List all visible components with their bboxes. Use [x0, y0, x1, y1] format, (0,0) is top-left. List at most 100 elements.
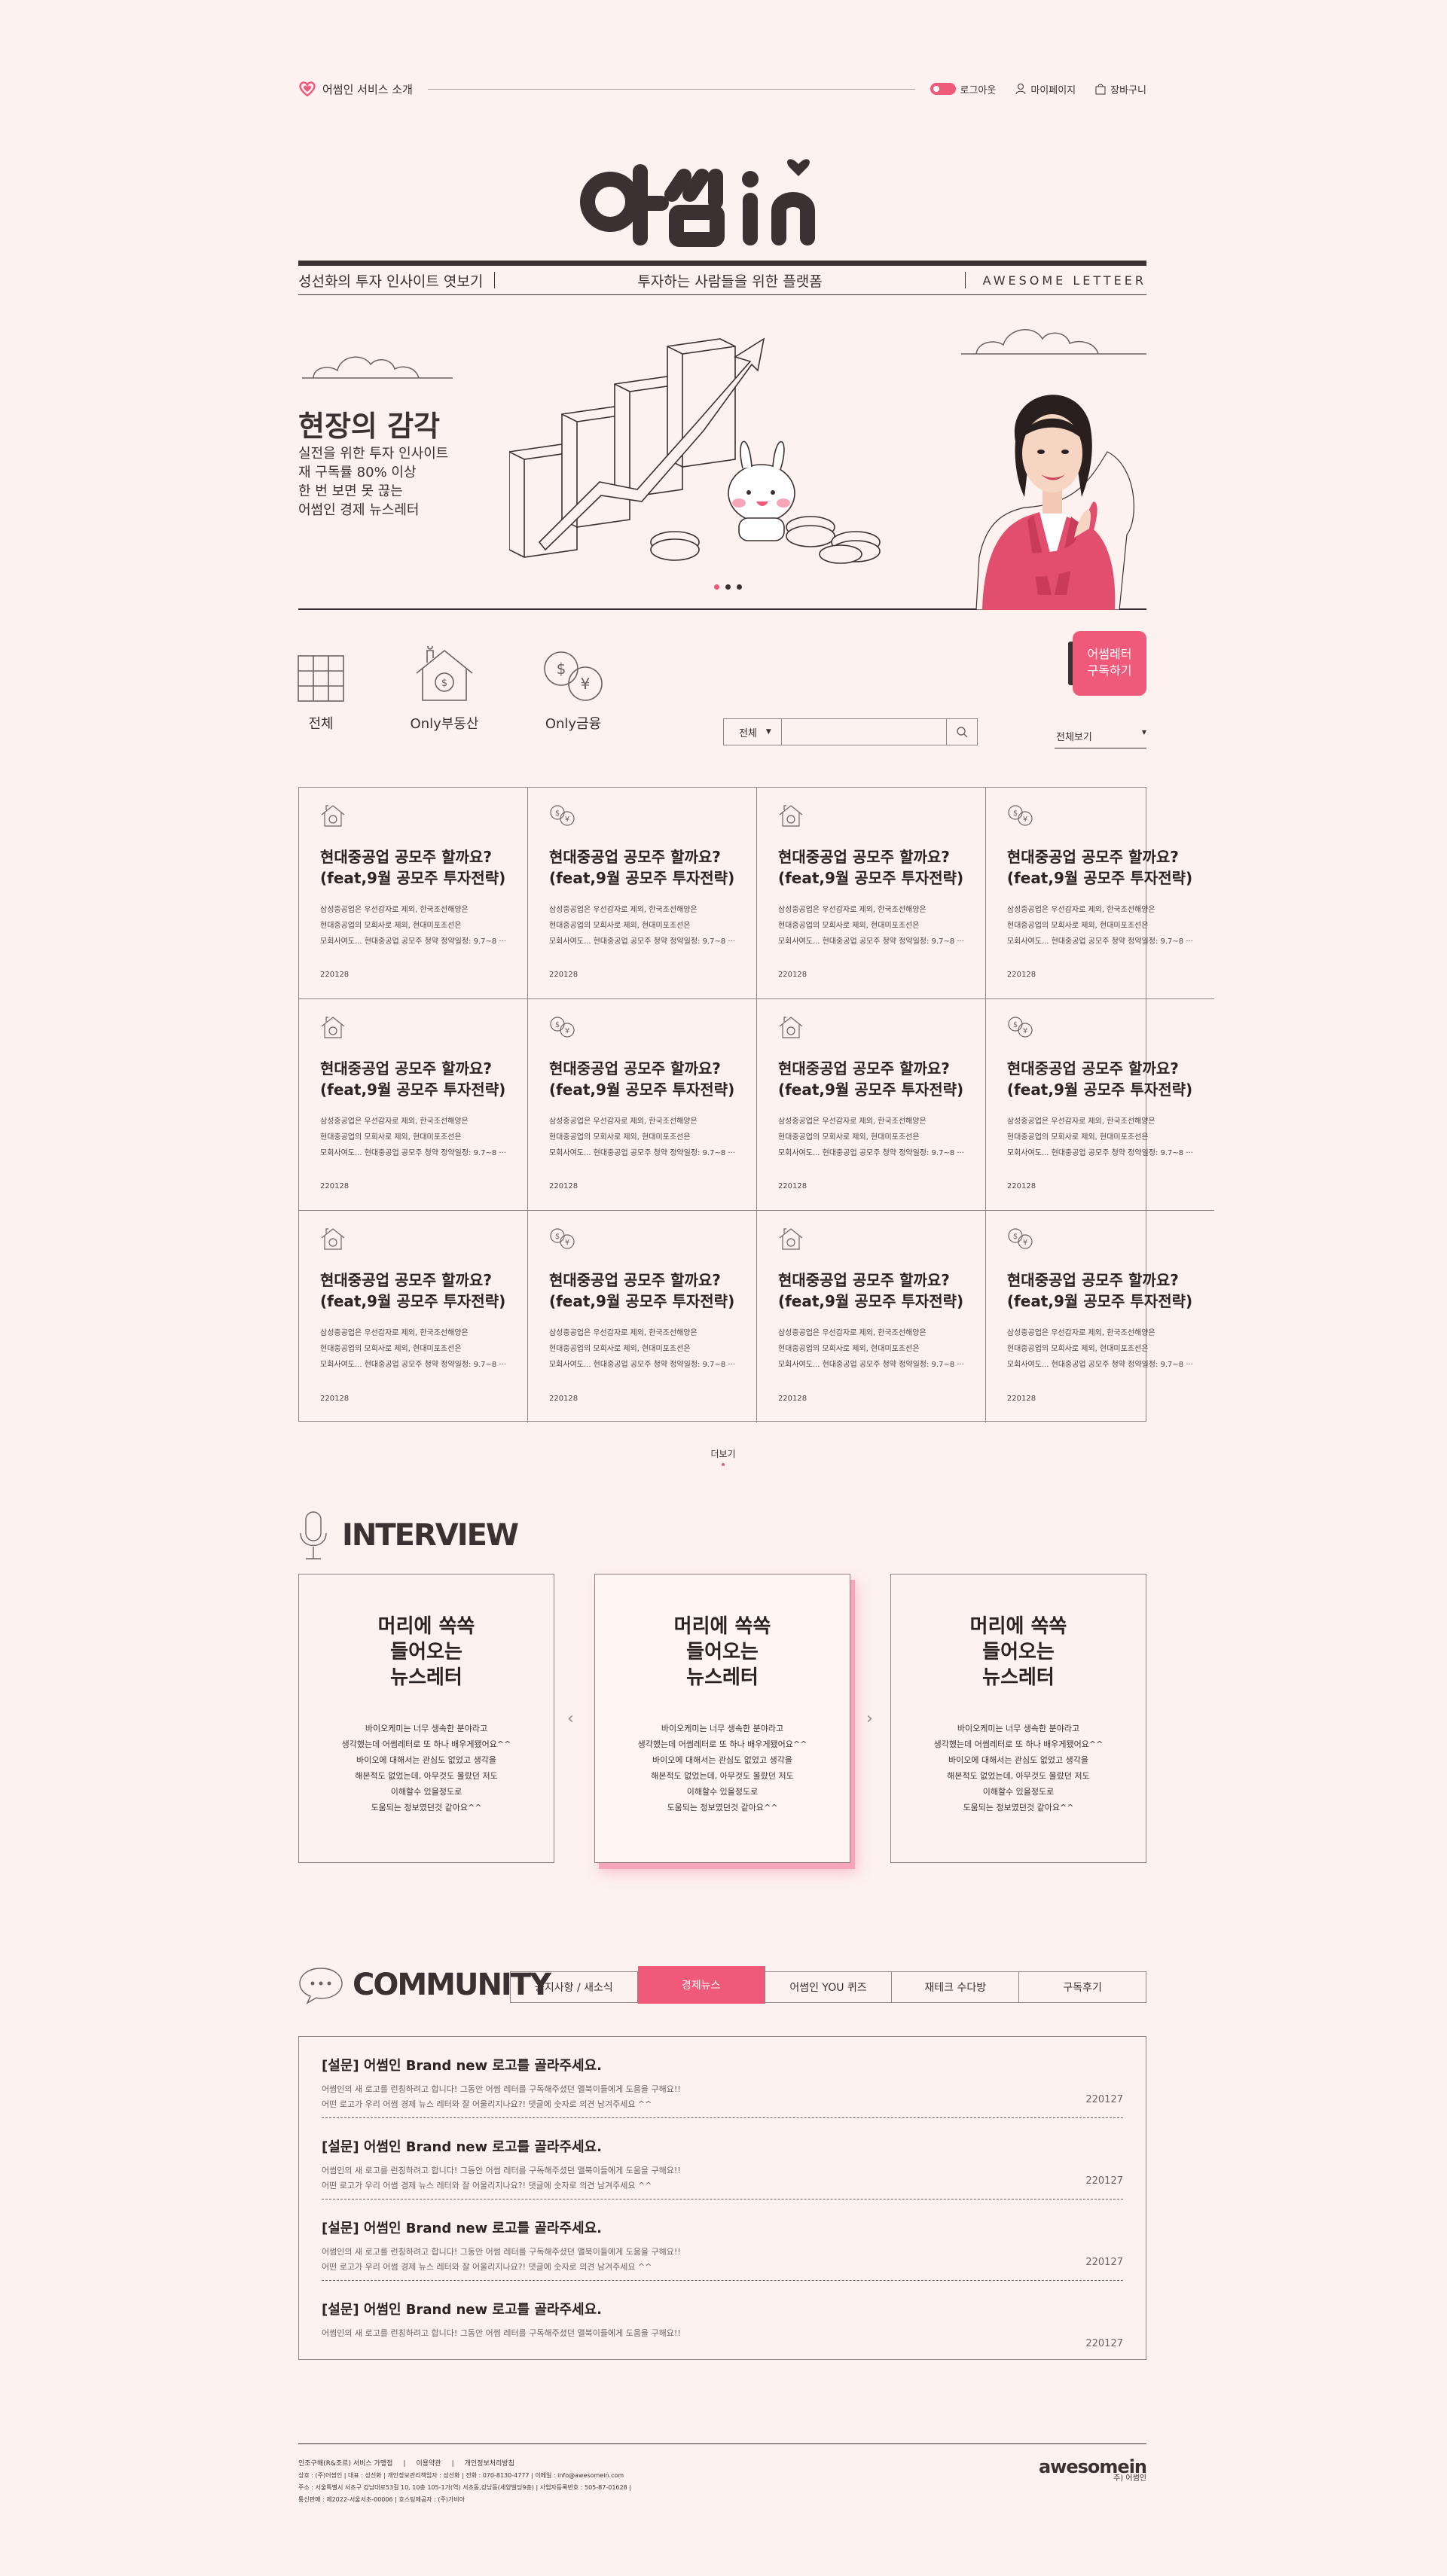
hero-line: 재 구독률 80% 이상: [298, 465, 417, 480]
post-item[interactable]: [설문] 어썸인 Brand new 로고를 골라주세요. 어썸인의 새 로고를 …: [322, 2118, 1123, 2200]
company-hosting: 통신판매 : 제2022-서울서초-00006 | 호스팅제공자 : (주)가비…: [298, 2496, 466, 2503]
card-excerpt-line: 모회사여도... 현대중공업 공모주 청약 정약일정: 9.7~8 ···: [320, 937, 506, 946]
more-button[interactable]: 더보기: [693, 1447, 753, 1466]
footer-link[interactable]: 이용약관: [416, 2458, 441, 2470]
quote-line: 해본적도 없었는데, 아무것도 몰랐던 저도: [355, 1771, 498, 1781]
service-intro-link[interactable]: 어썸인 서비스 소개: [298, 81, 413, 97]
card-excerpt-line: 모회사여도... 현대중공업 공모주 청약 정약일정: 9.7~8 ···: [548, 937, 735, 946]
community-tab[interactable]: 경제뉴스: [637, 1966, 765, 2004]
card-excerpt: 삼성중공업은 우선감자로 제외, 한국조선해양은 현대중공업의 모회사로 제외, …: [549, 902, 735, 950]
letter-card[interactable]: $ ¥ 현대중공업 공모주 할까요? (feat,9월 공모주 투자전략) 삼성중공업은…: [985, 999, 1214, 1211]
post-excerpt: 어썸인의 새 로고를 런칭하려고 합니다! 그동안 어썸 레터를 구독해주셨던 …: [322, 2245, 1123, 2275]
card-title-line: (feat,9월 공모주 투자전략): [1006, 869, 1193, 887]
logout-link[interactable]: 로그아웃: [930, 82, 996, 96]
letter-card[interactable]: $ ¥ 현대중공업 공모주 할까요? (feat,9월 공모주 투자전략) 삼성중공업은…: [986, 1211, 1214, 1422]
card-excerpt-line: 모회사여도... 현대중공업 공모주 청약 정약일정: 9.7~8 ···: [320, 1361, 506, 1369]
card-title-line: 현대중공업 공모주 할까요?: [320, 1271, 492, 1289]
hero-dot[interactable]: [737, 584, 742, 590]
card-title-line: (feat,9월 공모주 투자전략): [777, 1292, 964, 1310]
card-excerpt-line: 삼성중공업은 우선감자로 제외, 한국조선해양은: [777, 1117, 927, 1126]
search-button[interactable]: [947, 726, 977, 738]
card-excerpt-line: 삼성중공업은 우선감자로 제외, 한국조선해양은: [777, 1329, 927, 1337]
toggle-icon: [930, 83, 956, 95]
card-title: 현대중공업 공모주 할까요? (feat,9월 공모주 투자전략): [549, 1270, 735, 1312]
interview-card[interactable]: 머리에 쏙쏙 들어오는 뉴스레터 바이오케미는 너무 생속한 분야라고 생각했는데 어썸…: [594, 1574, 850, 1863]
card-excerpt: 삼성중공업은 우선감자로 제외, 한국조선해양은 현대중공업의 모회사로 제외, …: [778, 1114, 964, 1161]
next-arrow-icon[interactable]: ›: [866, 1709, 873, 1728]
house-icon: $: [416, 644, 473, 701]
letter-card[interactable]: 현대중공업 공모주 할까요? (feat,9월 공모주 투자전략) 삼성중공업은 우…: [299, 788, 528, 999]
letter-card[interactable]: 현대중공업 공모주 할까요? (feat,9월 공모주 투자전략) 삼성중공업은 우…: [756, 999, 986, 1211]
community-tab[interactable]: 어썸인 YOU 퀴즈: [765, 1972, 893, 2002]
svg-text:¥: ¥: [565, 1239, 569, 1247]
search-input[interactable]: [781, 719, 947, 745]
category-realestate[interactable]: $ Only부동산: [410, 644, 479, 733]
letter-card[interactable]: 현대중공업 공모주 할까요? (feat,9월 공모주 투자전략) 삼성중공업은 우…: [299, 1211, 528, 1422]
card-title-line: 현대중공업 공모주 할까요?: [777, 848, 950, 866]
cart-link[interactable]: 장바구니: [1095, 82, 1146, 96]
card-title-line: (feat,9월 공모주 투자전략): [1006, 1292, 1193, 1310]
community-tab[interactable]: 공지사항 / 새소식: [511, 1972, 638, 2002]
headline-line: 머리에 쏙쏙: [377, 1615, 475, 1638]
footer-link[interactable]: 인조구해(R&조르) 서비스 가맹점: [298, 2458, 392, 2470]
post-title: [설문] 어썸인 Brand new 로고를 골라주세요.: [322, 2058, 602, 2074]
card-excerpt-line: 현대중공업의 모회사로 제외, 현대미포조선은: [1006, 1133, 1149, 1142]
footer-logo[interactable]: awesomein 주) 어썸인: [1039, 2458, 1147, 2485]
quote-line: 해본적도 없었는데, 아무것도 몰랐던 저도: [947, 1771, 1090, 1781]
card-title: 현대중공업 공모주 할까요? (feat,9월 공모주 투자전략): [320, 1058, 506, 1100]
interview-card[interactable]: 머리에 쏙쏙 들어오는 뉴스레터 바이오케미는 너무 생속한 분야라고 생각했는데 어썸…: [298, 1574, 554, 1863]
hero-dot[interactable]: [714, 584, 719, 590]
coins-icon: $¥: [544, 651, 603, 701]
card-title-line: (feat,9월 공모주 투자전략): [777, 1081, 964, 1099]
letter-card[interactable]: 현대중공업 공모주 할까요? (feat,9월 공모주 투자전략) 삼성중공업은 우…: [299, 999, 528, 1211]
card-excerpt-line: 현대중공업의 모회사로 제외, 현대미포조선은: [777, 922, 920, 930]
card-excerpt-line: 모회사여도... 현대중공업 공모주 청약 정약일정: 9.7~8 ···: [548, 1361, 735, 1369]
card-excerpt: 삼성중공업은 우선감자로 제외, 한국조선해양은 현대중공업의 모회사로 제외, …: [778, 1325, 964, 1373]
main-logo[interactable]: [572, 142, 874, 255]
interview-card[interactable]: 머리에 쏙쏙 들어오는 뉴스레터 바이오케미는 너무 생속한 분야라고 생각했는데 어썸…: [890, 1574, 1146, 1863]
svg-text:$: $: [555, 809, 560, 818]
card-date: 220128: [548, 1182, 578, 1190]
hero-dot[interactable]: [725, 584, 731, 590]
tagline-insight[interactable]: 성선화의 투자 인사이트 엿보기: [298, 270, 494, 291]
prev-arrow-icon[interactable]: ‹: [567, 1709, 574, 1728]
svg-text:¥: ¥: [1023, 815, 1027, 824]
post-title: [설문] 어썸인 Brand new 로고를 골라주세요.: [322, 2221, 602, 2236]
card-title: 현대중공업 공모주 할까요? (feat,9월 공모주 투자전략): [1007, 1270, 1193, 1312]
post-item[interactable]: [설문] 어썸인 Brand new 로고를 골라주세요. 어썸인의 새 로고를 …: [322, 2281, 1123, 2362]
post-excerpt: 어썸인의 새 로고를 런칭하려고 합니다! 그동안 어썸 레터를 구독해주셨던 …: [322, 2163, 1123, 2193]
card-title-line: (feat,9월 공모주 투자전략): [548, 1081, 735, 1099]
card-title: 현대중공업 공모주 할까요? (feat,9월 공모주 투자전략): [320, 1270, 506, 1312]
category-finance[interactable]: $ ¥ Only금융: [541, 649, 606, 733]
svg-text:¥: ¥: [1023, 1239, 1027, 1247]
subscribe-button[interactable]: 어썸레터 구독하기: [1068, 631, 1146, 696]
letter-card[interactable]: $ ¥ 현대중공업 공모주 할까요? (feat,9월 공모주 투자전략) 삼성중공업은…: [527, 788, 757, 999]
svg-text:$: $: [555, 1021, 560, 1029]
post-item[interactable]: [설문] 어썸인 Brand new 로고를 골라주세요. 어썸인의 새 로고를 …: [322, 2037, 1123, 2118]
letter-card[interactable]: 현대중공업 공모주 할까요? (feat,9월 공모주 투자전략) 삼성중공업은 우…: [757, 1211, 986, 1422]
quote-line: 바이오케미는 너무 생속한 분야라고: [661, 1724, 784, 1733]
community-tab[interactable]: 재테크 수다방: [892, 1972, 1020, 2002]
post-excerpt-line: 어떤 로고가 우리 어썸 경제 뉴스 레터와 잘 어울리지나요?! 댓글에 숫자…: [322, 2181, 652, 2190]
letter-card[interactable]: $ ¥ 현대중공업 공모주 할까요? (feat,9월 공모주 투자전략) 삼성중공업은…: [985, 788, 1214, 999]
post-item[interactable]: [설문] 어썸인 Brand new 로고를 골라주세요. 어썸인의 새 로고를 …: [322, 2200, 1123, 2281]
category-label: Only부동산: [410, 716, 479, 732]
footer-link[interactable]: 개인정보처리방침: [465, 2458, 514, 2470]
search-category-select[interactable]: 전체 ▼: [724, 725, 781, 739]
company-info: 상호 : (주)어썸인 | 대표 : 성선화 | 개인정보관리책임자 : 성선화…: [298, 2472, 624, 2479]
community-tab[interactable]: 구독후기: [1019, 1972, 1146, 2002]
interview-quote: 바이오케미는 너무 생속한 분야라고 생각했는데 어썸레터로 또 하나 배우게됐어…: [299, 1721, 554, 1815]
category-all[interactable]: 전체: [297, 655, 345, 733]
card-excerpt-line: 삼성중공업은 우선감자로 제외, 한국조선해양은: [548, 906, 698, 914]
post-title: [설문] 어썸인 Brand new 로고를 골라주세요.: [322, 2139, 602, 2155]
mypage-label: 마이페이지: [1030, 84, 1076, 96]
sort-select[interactable]: 전체보기 ▼: [1055, 729, 1146, 748]
mypage-link[interactable]: 마이페이지: [1015, 82, 1076, 96]
subscribe-line: 구독하기: [1087, 663, 1132, 678]
letter-card[interactable]: $ ¥ 현대중공업 공모주 할까요? (feat,9월 공모주 투자전략) 삼성중공업은…: [527, 999, 757, 1211]
hero-line: 실전을 위한 투자 인사이트: [298, 446, 449, 462]
letter-card[interactable]: $ ¥ 현대중공업 공모주 할까요? (feat,9월 공모주 투자전략) 삼성중공업은…: [528, 1211, 757, 1422]
card-excerpt-line: 삼성중공업은 우선감자로 제외, 한국조선해양은: [777, 906, 927, 914]
tagline-letter[interactable]: AWESOME LETTEER: [966, 273, 1146, 288]
letter-card[interactable]: 현대중공업 공모주 할까요? (feat,9월 공모주 투자전략) 삼성중공업은 우…: [756, 788, 986, 999]
